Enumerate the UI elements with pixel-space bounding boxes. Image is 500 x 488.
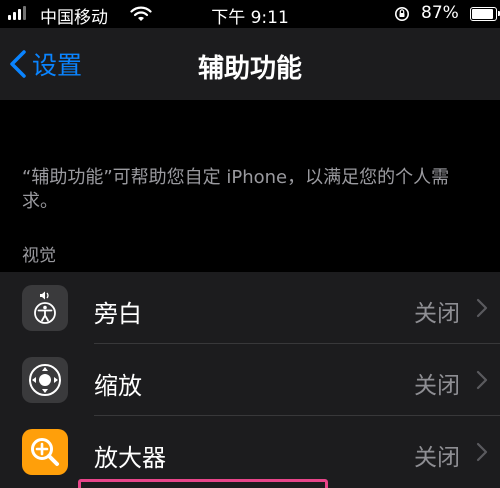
status-bar: 中国移动 下午 9:11 87% [0, 0, 500, 28]
list-item-value: 关闭 [414, 445, 460, 471]
magnifier-icon [22, 429, 68, 475]
chevron-right-icon [476, 442, 488, 462]
orientation-lock-icon [395, 7, 409, 21]
zoom-icon [22, 357, 68, 403]
list-item-label: 放大器 [94, 444, 166, 472]
section-header-vision: 视觉 [22, 246, 56, 266]
list-item-voiceover[interactable]: 旁白 关闭 [0, 272, 500, 344]
chevron-right-icon [476, 298, 488, 318]
list-item-magnifier[interactable]: 放大器 关闭 [0, 416, 500, 488]
page-title: 辅助功能 [197, 54, 302, 84]
accessibility-screen: 中国移动 下午 9:11 87% 设置 辅助功能 “辅助功能”可帮助您自定 iP… [0, 0, 500, 488]
highlight-annotation-box [78, 479, 328, 488]
list-item-zoom[interactable]: 缩放 关闭 [0, 344, 500, 416]
list-item-value: 关闭 [414, 373, 460, 399]
list-item-label: 旁白 [94, 300, 142, 328]
list-item-label: 缩放 [94, 372, 142, 400]
battery-icon [470, 7, 500, 21]
vision-settings-list: 旁白 关闭 缩放 关闭 放大器 关闭 [0, 272, 500, 488]
accessibility-description: “辅助功能”可帮助您自定 iPhone，以满足您的个人需求。 [22, 167, 450, 212]
chevron-right-icon [476, 370, 488, 390]
voiceover-icon [22, 285, 68, 331]
list-item-value: 关闭 [414, 301, 460, 327]
battery-percent: 87% [421, 3, 459, 23]
navigation-bar: 设置 辅助功能 [0, 28, 500, 100]
